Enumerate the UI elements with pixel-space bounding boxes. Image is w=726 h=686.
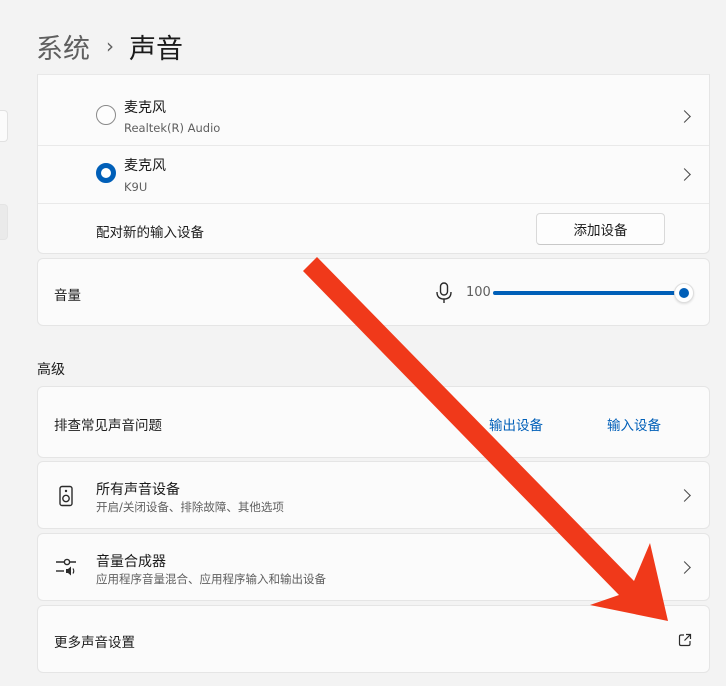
add-device-button[interactable]: 添加设备 <box>536 213 665 245</box>
microphone-icon[interactable] <box>435 282 453 304</box>
pair-device-label: 配对新的输入设备 <box>96 225 204 241</box>
volume-card: 音量 100 <box>37 258 710 326</box>
volume-value: 100 <box>466 285 491 300</box>
all-devices-subtitle: 开启/关闭设备、排除故障、其他选项 <box>96 500 284 514</box>
mixer-subtitle: 应用程序音量混合、应用程序输入和输出设备 <box>96 572 326 586</box>
radio-button[interactable] <box>96 105 116 125</box>
volume-label: 音量 <box>54 288 81 304</box>
input-devices-card: 麦克风 Realtek(R) Audio 麦克风 K9U 配对新的输入设备 添加… <box>37 74 710 254</box>
input-device-row[interactable]: 麦克风 K9U <box>38 146 709 203</box>
chevron-right-icon <box>678 168 691 181</box>
troubleshoot-label: 排查常见声音问题 <box>54 418 162 434</box>
output-device-link[interactable]: 输出设备 <box>489 414 543 434</box>
volume-slider-thumb[interactable] <box>674 283 694 303</box>
device-name: 麦克风 <box>124 100 166 116</box>
all-sound-devices-row[interactable]: 所有声音设备 开启/关闭设备、排除故障、其他选项 <box>37 461 710 529</box>
page-title: 声音 <box>129 33 183 65</box>
mixer-title: 音量合成器 <box>96 554 166 570</box>
volume-mixer-row[interactable]: 音量合成器 应用程序音量混合、应用程序输入和输出设备 <box>37 533 710 601</box>
more-sound-settings-row[interactable]: 更多声音设置 <box>37 605 710 673</box>
pair-device-row: 配对新的输入设备 添加设备 <box>38 204 709 254</box>
volume-slider-track[interactable] <box>493 291 684 295</box>
chevron-right-icon <box>678 561 691 574</box>
breadcrumb: 系统 › 声音 <box>36 26 183 66</box>
troubleshoot-card: 排查常见声音问题 输出设备 输入设备 <box>37 386 710 458</box>
input-device-link[interactable]: 输入设备 <box>607 414 661 434</box>
advanced-section-title: 高级 <box>37 362 65 378</box>
device-subtitle: K9U <box>124 180 148 194</box>
nav-edge-search[interactable] <box>0 110 8 142</box>
breadcrumb-parent[interactable]: 系统 <box>36 27 90 66</box>
more-settings-label: 更多声音设置 <box>54 635 135 651</box>
nav-edge-selected-item[interactable] <box>0 204 8 240</box>
device-subtitle: Realtek(R) Audio <box>124 121 221 135</box>
speaker-icon <box>59 485 73 507</box>
chevron-right-icon <box>678 110 691 123</box>
breadcrumb-separator: › <box>106 34 114 58</box>
mixer-icon <box>56 558 76 576</box>
all-devices-title: 所有声音设备 <box>96 482 180 498</box>
input-device-row[interactable]: 麦克风 Realtek(R) Audio <box>38 87 709 145</box>
chevron-right-icon <box>678 489 691 502</box>
external-link-icon <box>678 633 692 647</box>
device-name: 麦克风 <box>124 158 166 174</box>
radio-button-selected[interactable] <box>96 163 116 183</box>
